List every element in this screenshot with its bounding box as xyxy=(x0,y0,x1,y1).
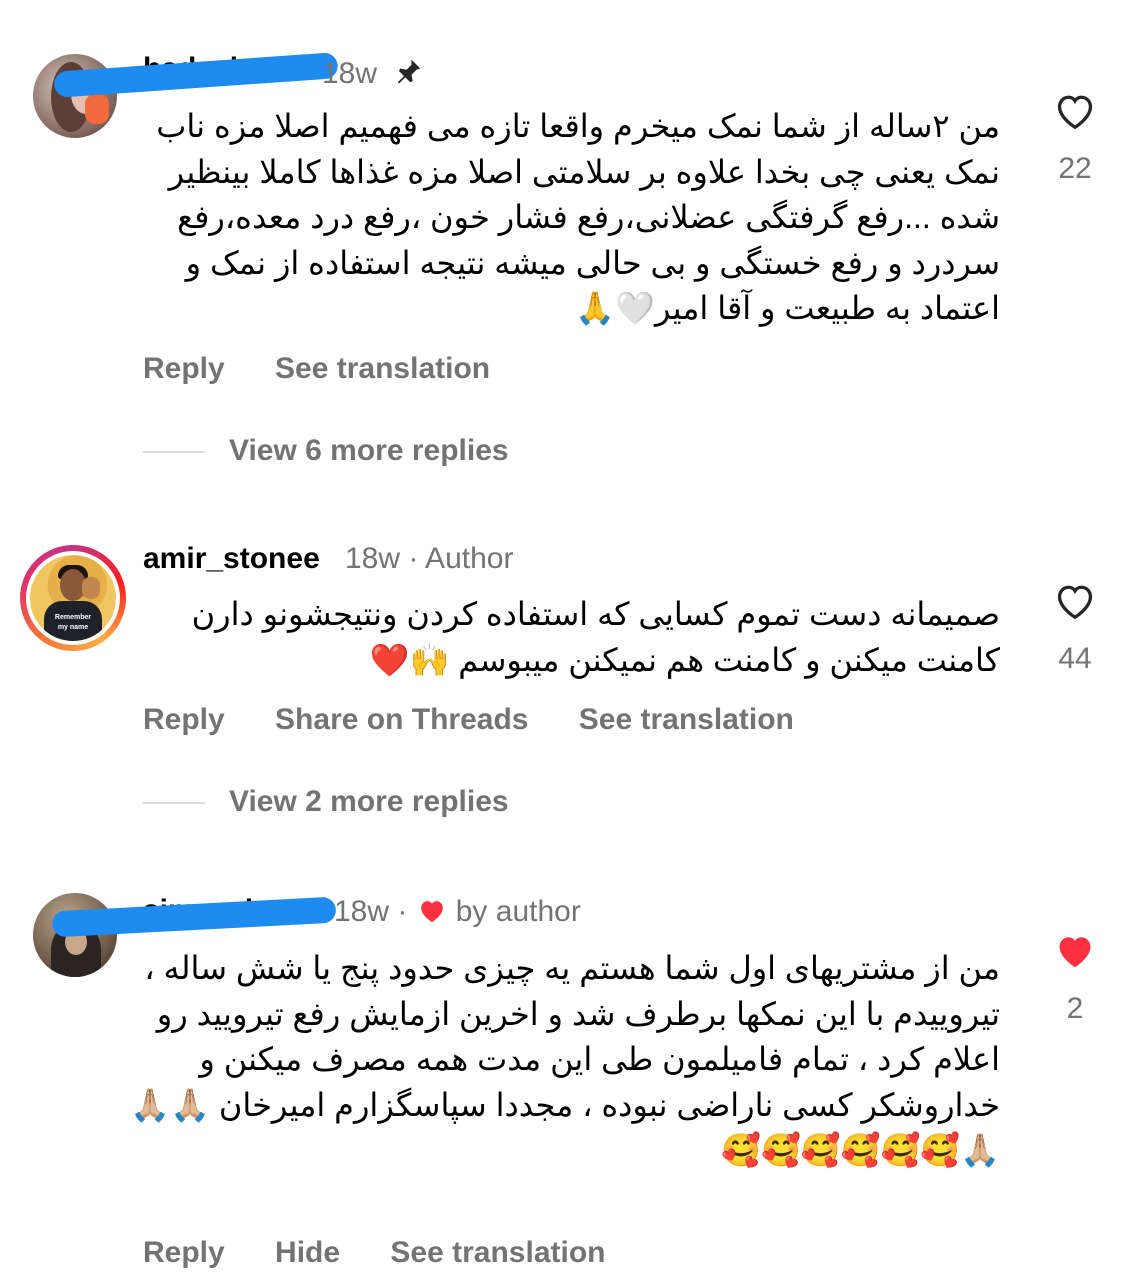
comment-time: 18w xyxy=(345,542,401,575)
reply-button[interactable]: Reply xyxy=(143,352,225,385)
reply-button[interactable]: Reply xyxy=(143,1236,225,1269)
reply-button[interactable]: Reply xyxy=(143,703,225,736)
see-translation-button[interactable]: See translation xyxy=(579,703,794,736)
share-on-threads-button[interactable]: Share on Threads xyxy=(275,703,528,736)
comment-text: من از مشتریهای اول شما هستم یه چیزی حدود… xyxy=(130,950,1000,1168)
like-button[interactable]: 22 xyxy=(1052,90,1098,186)
comment-actions: Reply Hide See translation xyxy=(143,1236,647,1270)
comment-time: 18w xyxy=(322,56,425,94)
comment-meta: 18w · Author xyxy=(345,542,513,576)
view-more-replies[interactable]: View 2 more replies xyxy=(143,785,509,819)
see-translation-button[interactable]: See translation xyxy=(390,1236,605,1269)
see-translation-button[interactable]: See translation xyxy=(275,352,490,385)
pin-icon xyxy=(393,56,425,94)
username[interactable]: amir_stonee xyxy=(143,542,320,576)
heart-outline-icon[interactable] xyxy=(1053,90,1097,130)
view-more-replies[interactable]: View 6 more replies xyxy=(143,434,509,468)
heart-filled-icon xyxy=(416,896,448,932)
author-badge: · Author xyxy=(408,542,514,575)
comment-text: من ۲ساله از شما نمک میخرم واقعا تازه می … xyxy=(156,108,1000,326)
heart-filled-icon[interactable] xyxy=(1053,930,1097,970)
comment-text: صمیمانه دست تموم کسایی که استفاده کردن و… xyxy=(191,596,1000,678)
like-count: 22 xyxy=(1058,152,1092,185)
comment-actions: Reply See translation xyxy=(143,352,532,386)
heart-outline-icon[interactable] xyxy=(1053,580,1097,620)
comment-actions: Reply Share on Threads See translation xyxy=(143,703,836,737)
like-count: 44 xyxy=(1058,642,1092,675)
like-button[interactable]: 44 xyxy=(1052,580,1098,676)
like-count: 2 xyxy=(1066,992,1084,1025)
divider-line xyxy=(143,451,205,454)
comment-time: 18w xyxy=(334,895,390,928)
comment-meta: 18w · by author xyxy=(334,895,581,932)
avatar[interactable]: Remember my name xyxy=(20,545,126,651)
hide-button[interactable]: Hide xyxy=(275,1236,340,1269)
like-button[interactable]: 2 xyxy=(1052,930,1098,1026)
divider-line xyxy=(143,802,205,805)
liked-by-author-label: by author xyxy=(455,895,581,928)
